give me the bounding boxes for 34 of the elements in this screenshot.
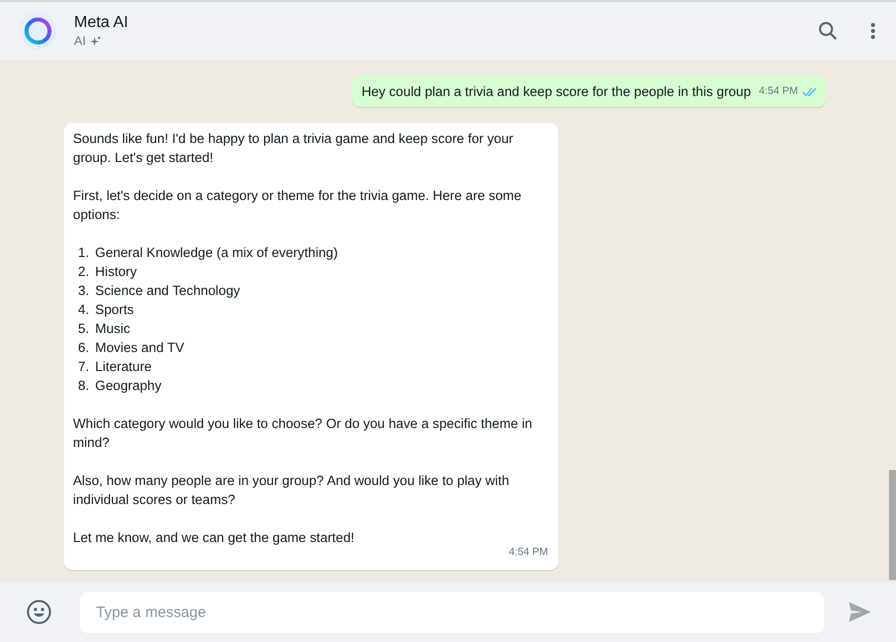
list-item-text: Music [95, 320, 130, 338]
send-icon [848, 601, 872, 623]
list-number: 7. [78, 358, 90, 376]
list-number: 5. [78, 320, 90, 338]
list-item-text: Science and Technology [95, 282, 240, 300]
list-item-text: Sports [95, 301, 134, 319]
list-number: 1. [78, 244, 90, 262]
contact-name: Meta AI [74, 13, 128, 33]
list-number: 2. [78, 263, 90, 281]
message-paragraph: Let me know, and we can get the game started! [73, 529, 356, 547]
message-paragraph: Also, how many people are in your group? And would you like to play with individual scores or teams? [73, 472, 510, 509]
list-item-text: History [95, 263, 137, 281]
menu-icon [870, 22, 876, 40]
meta-ai-logo-icon [18, 11, 58, 51]
message-paragraph: First, let's decide on a category or theme for the trivia game. Here are some options: [73, 187, 522, 224]
list-item-text: Literature [95, 358, 152, 376]
list-number: 8. [78, 377, 90, 395]
scrollbar-thumb[interactable] [889, 470, 896, 580]
contact-subtitle: AI [74, 33, 86, 49]
message-paragraph: Which category would you like to choose? Or do you have a specific theme in mind? [73, 415, 534, 452]
message-time: 4:54 PM [508, 545, 548, 560]
message-paragraph: Sounds like fun! I'd be happy to plan a trivia game and keep score for your group. Let's get started! [73, 130, 514, 167]
list-number: 3. [78, 282, 90, 300]
message-text: Hey could plan a trivia and keep score for the people in this group [362, 83, 751, 101]
emoji-icon [26, 599, 52, 625]
sparkle-icon [90, 36, 101, 46]
message-time: 4:54 PM [758, 84, 798, 99]
search-icon [818, 21, 838, 41]
list-number: 6. [78, 339, 90, 357]
list-item-text: Geography [95, 377, 162, 395]
list-number: 4. [78, 301, 90, 319]
list-item-text: General Knowledge (a mix of everything) [95, 244, 338, 262]
message-input[interactable]: Type a message [80, 592, 824, 632]
list-item-text: Movies and TV [95, 339, 184, 357]
